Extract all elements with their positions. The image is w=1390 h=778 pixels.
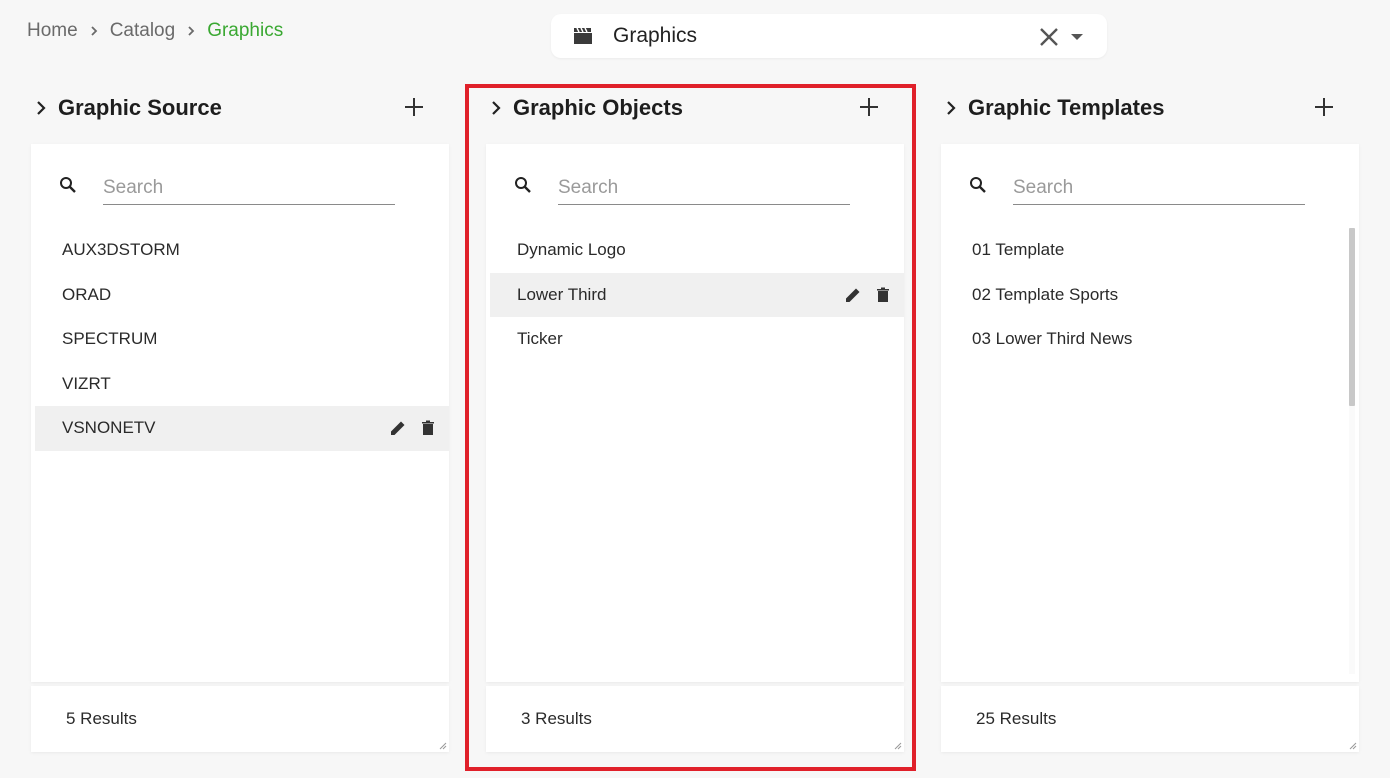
resize-handle-icon[interactable] <box>894 742 902 750</box>
item-list: AUX3DSTORM ORAD SPECTRUM VIZRT VSNONETV <box>35 228 449 451</box>
list-item[interactable]: Dynamic Logo <box>490 228 904 273</box>
add-icon[interactable] <box>858 96 880 118</box>
breadcrumb-current: Graphics <box>207 20 284 41</box>
item-label: VIZRT <box>62 373 111 393</box>
breadcrumb: Home Catalog Graphics <box>27 20 283 42</box>
trash-icon[interactable] <box>419 419 437 437</box>
selector-value: Graphics <box>613 24 698 47</box>
edit-icon[interactable] <box>389 419 407 437</box>
results-footer: 3 Results <box>486 686 904 752</box>
list-card: 01 Template 02 Template Sports 03 Lower … <box>941 144 1359 682</box>
edit-icon[interactable] <box>844 286 862 304</box>
list-card: Dynamic Logo Lower Third Ticker <box>486 144 904 682</box>
search-input[interactable] <box>1013 172 1305 205</box>
column-graphic-templates: Graphic Templates 01 Template 02 Templat… <box>941 86 1359 752</box>
search-input[interactable] <box>103 172 395 205</box>
item-label: AUX3DSTORM <box>62 240 180 260</box>
list-card: AUX3DSTORM ORAD SPECTRUM VIZRT VSNONETV <box>31 144 449 682</box>
item-label: 03 Lower Third News <box>972 329 1133 349</box>
item-actions <box>844 286 892 304</box>
search-icon <box>970 177 986 193</box>
list-item[interactable]: 03 Lower Third News <box>945 317 1359 362</box>
add-icon[interactable] <box>403 96 425 118</box>
chevron-right-icon[interactable] <box>35 100 47 116</box>
list-item[interactable]: ORAD <box>35 273 449 318</box>
search-row <box>486 172 904 208</box>
item-label: Ticker <box>517 329 563 349</box>
column-title: Graphic Objects <box>513 95 683 120</box>
list-item[interactable]: 02 Template Sports <box>945 273 1359 318</box>
list-scrollbar[interactable] <box>1349 228 1355 674</box>
item-list: 01 Template 02 Template Sports 03 Lower … <box>945 228 1359 362</box>
item-label: SPECTRUM <box>62 329 158 349</box>
list-item[interactable]: AUX3DSTORM <box>35 228 449 273</box>
list-item[interactable]: VIZRT <box>35 362 449 407</box>
catalog-selector[interactable]: Graphics <box>551 14 1107 58</box>
resize-handle-icon[interactable] <box>1349 742 1357 750</box>
item-label: 01 Template <box>972 240 1065 260</box>
item-label: 02 Template Sports <box>972 284 1119 304</box>
list-item[interactable]: SPECTRUM <box>35 317 449 362</box>
add-icon[interactable] <box>1313 96 1335 118</box>
column-header: Graphic Objects <box>486 86 904 130</box>
clapperboard-icon <box>574 27 592 44</box>
caret-down-icon[interactable] <box>1069 32 1085 42</box>
results-count: 5 Results <box>66 709 137 728</box>
search-row <box>941 172 1359 208</box>
breadcrumb-home[interactable]: Home <box>27 20 78 42</box>
results-count: 3 Results <box>521 709 592 728</box>
results-footer: 5 Results <box>31 686 449 752</box>
search-icon <box>60 177 76 193</box>
chevron-right-icon[interactable] <box>945 100 957 116</box>
search-input[interactable] <box>558 172 850 205</box>
item-label: ORAD <box>62 284 112 304</box>
resize-handle-icon[interactable] <box>439 742 447 750</box>
chevron-right-icon <box>188 26 195 36</box>
app-page: Home Catalog Graphics Graphics Graphic S… <box>0 0 1390 778</box>
item-actions <box>389 419 437 437</box>
results-count: 25 Results <box>976 709 1057 728</box>
column-header: Graphic Templates <box>941 86 1359 130</box>
column-graphic-objects: Graphic Objects Dynamic Logo Lower Third <box>486 86 904 752</box>
column-header: Graphic Source <box>31 86 449 130</box>
column-title: Graphic Templates <box>968 95 1165 120</box>
list-item-selected[interactable]: Lower Third <box>490 272 904 317</box>
breadcrumb-catalog[interactable]: Catalog <box>110 20 176 42</box>
trash-icon[interactable] <box>874 286 892 304</box>
scrollbar-thumb[interactable] <box>1349 228 1355 406</box>
item-label: VSNONETV <box>62 418 156 438</box>
close-icon[interactable] <box>1038 26 1060 48</box>
list-item[interactable]: Ticker <box>490 317 904 362</box>
column-title: Graphic Source <box>58 95 222 120</box>
column-graphic-source: Graphic Source AUX3DSTORM ORAD SPECTRUM … <box>31 86 449 752</box>
search-row <box>31 172 449 208</box>
chevron-right-icon <box>91 26 97 36</box>
list-item-selected[interactable]: VSNONETV <box>35 406 449 451</box>
results-footer: 25 Results <box>941 686 1359 752</box>
item-label: Lower Third <box>517 284 607 304</box>
list-item[interactable]: 01 Template <box>945 228 1359 273</box>
chevron-right-icon[interactable] <box>490 100 502 116</box>
item-label: Dynamic Logo <box>517 240 626 260</box>
search-icon <box>515 177 531 193</box>
item-list: Dynamic Logo Lower Third Ticker <box>490 228 904 362</box>
